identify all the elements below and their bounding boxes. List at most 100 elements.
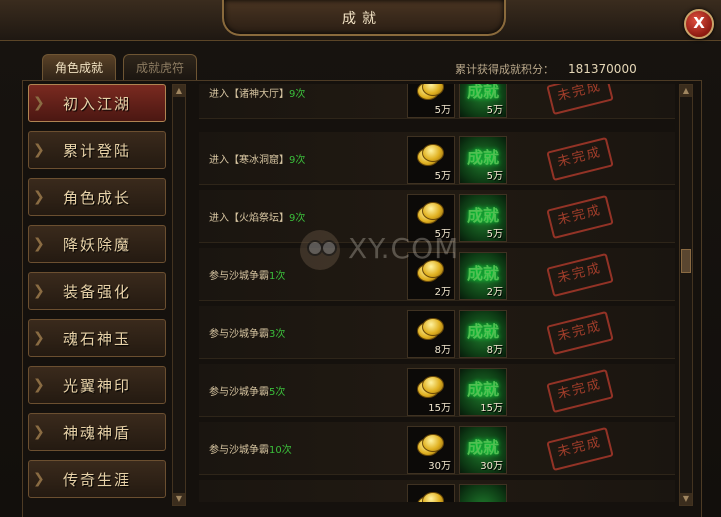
points-amount: 15万 [480,403,503,414]
gold-coin-icon [417,374,444,398]
points-icon: 成就 [466,322,499,341]
sidebar-item-growth[interactable]: ❯ 角色成长 [28,178,166,216]
sidebar-item-wings[interactable]: ❯ 光翼神印 [28,366,166,404]
gold-coin-icon [417,84,444,100]
sidebar-item-label: 初入江湖 [62,95,131,113]
list-item: 参与沙城争霸5次 15万 成就 15万 未完成 [199,364,675,417]
total-points-value: 181370000 [568,62,637,76]
window-title: 成就 [342,11,382,27]
points-icon: 成就 [466,380,499,399]
points-reward-slot[interactable]: 成就 5万 [459,84,507,118]
achievement-desc: 参与沙城争霸3次 [209,325,285,340]
list-item: 参与沙城争霸3次 8万 成就 8万 未完成 [199,306,675,359]
gold-reward-slot[interactable]: 5万 [407,136,455,184]
gold-coin-icon [417,432,444,456]
list-item: 进入【诸神大厅】9次 5万 成就 5万 未完成 [199,84,675,119]
sidebar-item-demon[interactable]: ❯ 降妖除魔 [28,225,166,263]
gold-reward-slot[interactable] [407,484,455,502]
site-watermark: XY.COM [300,230,480,280]
sidebar-item-label: 装备强化 [62,283,131,301]
status-stamp: 未完成 [546,310,614,356]
gold-amount: 30万 [428,461,451,472]
achievement-desc: 参与沙城争霸5次 [209,383,285,398]
status-stamp: 未完成 [546,84,614,116]
points-amount: 8万 [486,345,503,356]
sidebar-item-label: 角色成长 [62,189,131,207]
points-reward-slot[interactable] [459,484,507,502]
gold-amount: 2万 [434,287,451,298]
list-scrollbar[interactable]: ▲ ▼ [679,84,693,506]
status-stamp: 未完成 [546,194,614,240]
points-icon: 成就 [466,206,499,225]
tab-role-achievement[interactable]: 角色成就 [42,54,116,81]
points-icon: 成就 [466,84,499,101]
list-item: 参与沙城争霸10次 30万 成就 30万 未完成 [199,422,675,475]
desc-count: 3次 [269,329,286,340]
scrollbar-thumb[interactable] [681,249,691,273]
sidebar-item-label: 降妖除魔 [62,236,131,254]
total-points-label: 累计获得成就积分： [455,63,554,76]
desc-count: 9次 [289,213,306,224]
desc-text: 参与沙城争霸 [209,329,269,340]
status-stamp: 未完成 [546,368,614,414]
sidebar-item-soulstone[interactable]: ❯ 魂石神玉 [28,319,166,357]
scroll-up-icon[interactable]: ▲ [173,85,185,97]
sidebar-item-login[interactable]: ❯ 累计登陆 [28,131,166,169]
points-reward-slot[interactable]: 成就 30万 [459,426,507,474]
sidebar-item-label: 光翼神印 [62,377,131,395]
gold-reward-slot[interactable]: 30万 [407,426,455,474]
watermark-text: XY.COM [348,232,460,265]
gold-reward-slot[interactable]: 15万 [407,368,455,416]
desc-text: 进入【寒冰洞窟】 [209,155,289,166]
gold-coin-icon [417,200,444,224]
sidebar-item-legend[interactable]: ❯ 传奇生涯 [28,460,166,498]
points-icon: 成就 [466,438,499,457]
desc-text: 参与沙城争霸 [209,445,269,456]
gold-amount: 8万 [434,345,451,356]
scroll-down-icon[interactable]: ▼ [680,493,692,505]
total-achievement-points: 累计获得成就积分： 181370000 [455,61,637,77]
desc-text: 参与沙城争霸 [209,387,269,398]
status-stamp: 未完成 [546,252,614,298]
owl-logo-icon [300,230,340,270]
close-button[interactable]: X [684,9,714,39]
points-icon: 成就 [466,148,499,167]
desc-count: 9次 [289,89,306,100]
points-reward-slot[interactable]: 成就 8万 [459,310,507,358]
points-amount: 5万 [486,171,503,182]
achievement-desc: 进入【寒冰洞窟】9次 [209,151,305,166]
points-amount: 30万 [480,461,503,472]
sidebar-item-label: 神魂神盾 [62,424,131,442]
sidebar-item-beginner[interactable]: ❯ 初入江湖 [28,84,166,122]
desc-text: 进入【诸神大厅】 [209,89,289,100]
sidebar-item-label: 累计登陆 [62,142,131,160]
achievement-desc: 参与沙城争霸1次 [209,267,285,282]
desc-count: 9次 [289,155,306,166]
sidebar-scrollbar[interactable]: ▲ ▼ [172,84,186,506]
gold-amount: 5万 [434,105,451,116]
achievement-desc: 参与沙城争霸10次 [209,441,292,456]
sidebar-item-enhance[interactable]: ❯ 装备强化 [28,272,166,310]
points-amount: 2万 [486,287,503,298]
list-item: 进入【寒冰洞窟】9次 5万 成就 5万 未完成 [199,132,675,185]
gold-coin-icon [417,142,444,166]
gold-coin-icon [417,490,444,502]
points-amount: 5万 [486,105,503,116]
gold-reward-slot[interactable]: 8万 [407,310,455,358]
achievement-window: 成就 X 角色成就 成就虎符 累计获得成就积分： 181370000 ❯ 初入江湖 … [0,0,721,517]
points-reward-slot[interactable]: 成就 15万 [459,368,507,416]
desc-count: 5次 [269,387,286,398]
tab-achievement-tiger-tally[interactable]: 成就虎符 [123,54,197,81]
status-stamp: 未完成 [546,426,614,472]
achievement-list: 进入【诸神大厅】9次 5万 成就 5万 未完成 进入【寒冰洞窟】9次 5万 成就 5… [199,84,675,502]
desc-count: 1次 [269,271,286,282]
points-reward-slot[interactable]: 成就 5万 [459,136,507,184]
scroll-up-icon[interactable]: ▲ [680,85,692,97]
desc-count: 10次 [269,445,292,456]
scroll-down-icon[interactable]: ▼ [173,493,185,505]
gold-amount: 15万 [428,403,451,414]
desc-text: 进入【火焰祭坛】 [209,213,289,224]
gold-reward-slot[interactable]: 5万 [407,84,455,118]
sidebar-item-label: 传奇生涯 [62,471,131,489]
sidebar-item-shield[interactable]: ❯ 神魂神盾 [28,413,166,451]
